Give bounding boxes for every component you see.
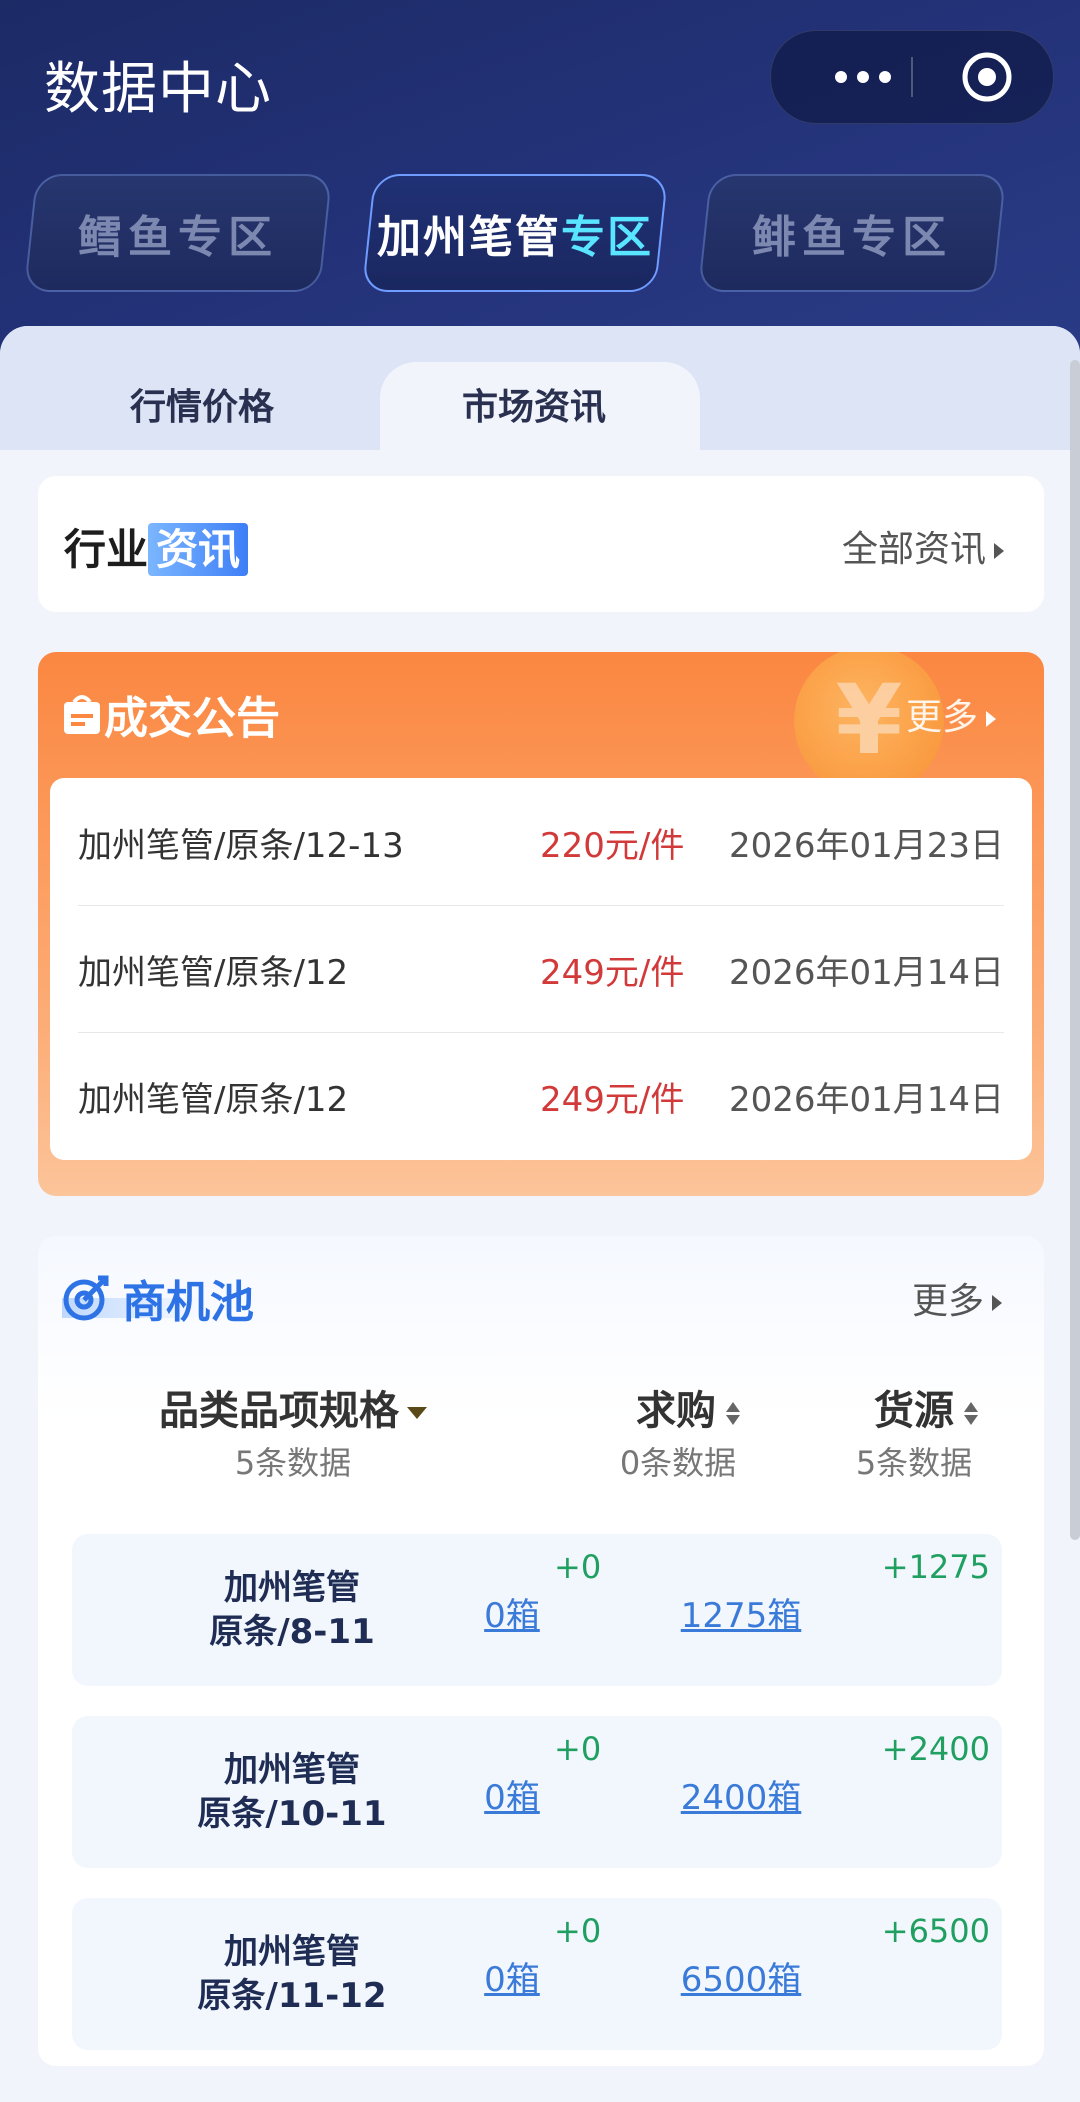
table-row[interactable]: 加州笔管 原条/8-11 +0 0箱 +1275 1275箱 <box>72 1534 1002 1686</box>
supply-amount-link[interactable]: 1275箱 <box>666 1588 816 1637</box>
tab-market-price[interactable]: 行情价格 <box>130 378 274 430</box>
zone-tab-label-main: 加州笔管 <box>377 212 561 263</box>
deal-price: 220元/件 <box>540 826 685 866</box>
scrollbar[interactable] <box>1070 360 1080 1540</box>
table-row[interactable]: 加州笔管 原条/10-11 +0 0箱 +2400 2400箱 <box>72 1716 1002 1868</box>
deal-row[interactable]: 加州笔管/原条/12 249元/件 2026年01月14日 <box>78 905 1004 1033</box>
zone-tab-label-highlight: 专区 <box>561 212 653 263</box>
demand-delta: +0 <box>554 1730 602 1768</box>
zone-tab-label: 加州笔管专区 <box>377 201 653 265</box>
industry-news-card: 行业 资讯 全部资讯 <box>38 476 1044 612</box>
column-header-category[interactable]: 品类品项规格 <box>128 1378 458 1436</box>
deal-row[interactable]: 加州笔管/原条/12-13 220元/件 2026年01月23日 <box>78 778 1004 906</box>
column-header-demand[interactable]: 求购 <box>578 1378 798 1436</box>
tab-market-news[interactable]: 市场资讯 <box>462 378 606 430</box>
deal-announcement-title: 成交公告 <box>104 693 280 744</box>
column-count-category: 5条数据 <box>234 1444 352 1482</box>
opportunity-pool-title: 商机池 <box>122 1277 254 1328</box>
demand-amount-link[interactable]: 0箱 <box>452 1952 572 2001</box>
category-cell: 加州笔管 原条/11-12 <box>142 1930 442 2018</box>
industry-news-title: 行业 资讯 <box>64 516 249 577</box>
zone-tab-label: 鳕鱼专区 <box>78 212 278 263</box>
close-target-icon[interactable] <box>961 51 1013 103</box>
zone-tab-label: 鲱鱼专区 <box>752 212 952 263</box>
table-row[interactable]: 加州笔管 原条/11-12 +0 0箱 +6500 6500箱 <box>72 1898 1002 2050</box>
demand-delta: +0 <box>554 1912 602 1950</box>
category-name: 加州笔管 <box>224 1568 360 1608</box>
column-header-supply[interactable]: 货源 <box>816 1378 1036 1436</box>
category-cell: 加州笔管 原条/10-11 <box>142 1748 442 1836</box>
sort-toggle-icon <box>726 1399 740 1428</box>
column-count-demand: 0条数据 <box>619 1444 737 1482</box>
industry-news-title-main: 行业 <box>64 525 149 574</box>
all-news-label: 全部资讯 <box>842 529 987 570</box>
category-spec: 原条/8-11 <box>209 1612 375 1652</box>
category-spec: 原条/11-12 <box>197 1976 387 2016</box>
supply-delta: +1275 <box>881 1548 990 1586</box>
opportunity-pool-card: 商机池 更多 品类品项规格 5条数据 求购 0条数据 货源 5条数据 加州笔管原… <box>38 1236 1044 2066</box>
capsule-divider <box>911 57 913 97</box>
supply-delta: +2400 <box>881 1730 990 1768</box>
column-header-label: 货源 <box>874 1388 954 1434</box>
target-dart-icon <box>63 1275 109 1321</box>
column-header-label: 品类品项规格 <box>159 1388 399 1434</box>
deal-product: 加州笔管/原条/12 <box>78 953 349 993</box>
sort-down-icon <box>407 1407 427 1419</box>
category-spec: 原条/10-11 <box>197 1794 387 1834</box>
supply-amount-link[interactable]: 2400箱 <box>666 1770 816 1819</box>
chevron-right-icon <box>986 711 997 727</box>
deal-row[interactable]: 加州笔管/原条/12 249元/件 2026年01月14日 <box>78 1032 1004 1159</box>
deal-date: 2026年01月14日 <box>728 1080 1004 1120</box>
zone-tab-geoduck[interactable]: 加州笔管专区 <box>361 174 669 292</box>
all-news-link[interactable]: 全部资讯 <box>842 520 1005 572</box>
supply-delta: +6500 <box>881 1912 990 1950</box>
deal-announcement-card: ¥ 成交公告 更多 加州笔管/原条/12-13 220元/件 2026年01月2… <box>38 652 1044 1196</box>
more-menu-button[interactable] <box>813 31 913 123</box>
category-cell: 加州笔管 原条/8-11 <box>142 1566 442 1654</box>
opportunity-more-link[interactable]: 更多 <box>912 1272 1003 1324</box>
demand-delta: +0 <box>554 1548 602 1586</box>
column-header-label: 求购 <box>636 1388 716 1434</box>
demand-amount-link[interactable]: 0箱 <box>452 1770 572 1819</box>
category-name: 加州笔管 <box>224 1932 360 1972</box>
sort-toggle-icon <box>964 1399 978 1428</box>
chevron-right-icon <box>992 1295 1003 1311</box>
deal-more-label: 更多 <box>906 697 979 738</box>
chevron-right-icon <box>994 543 1005 559</box>
deal-date: 2026年01月14日 <box>728 953 1004 993</box>
deal-list: 加州笔管/原条/12-13 220元/件 2026年01月23日 加州笔管/原条… <box>50 778 1032 1160</box>
header-banner: 数据中心 鳕鱼专区 加州笔管专区 鲱鱼专区 <box>0 0 1080 360</box>
zone-tab-herring[interactable]: 鲱鱼专区 <box>697 174 1007 292</box>
page-title: 数据中心 <box>44 57 272 122</box>
deal-price: 249元/件 <box>540 1080 685 1120</box>
deal-price: 249元/件 <box>540 953 685 993</box>
industry-news-title-highlight: 资讯 <box>148 523 249 576</box>
deal-date: 2026年01月23日 <box>728 826 1004 866</box>
zone-tab-cod[interactable]: 鳕鱼专区 <box>23 174 333 292</box>
deal-product: 加州笔管/原条/12 <box>78 1080 349 1120</box>
supply-amount-link[interactable]: 6500箱 <box>666 1952 816 2001</box>
deal-more-link[interactable]: 更多 <box>906 688 997 740</box>
sub-tab-bar: 行情价格 市场资讯 <box>0 326 1080 462</box>
column-count-supply: 5条数据 <box>855 1444 973 1482</box>
category-name: 加州笔管 <box>224 1750 360 1790</box>
demand-amount-link[interactable]: 0箱 <box>452 1588 572 1637</box>
mini-program-capsule <box>770 30 1054 124</box>
deal-product: 加州笔管/原条/12-13 <box>78 826 404 866</box>
opportunity-more-label: 更多 <box>912 1281 985 1322</box>
announcement-bag-icon <box>64 695 100 734</box>
